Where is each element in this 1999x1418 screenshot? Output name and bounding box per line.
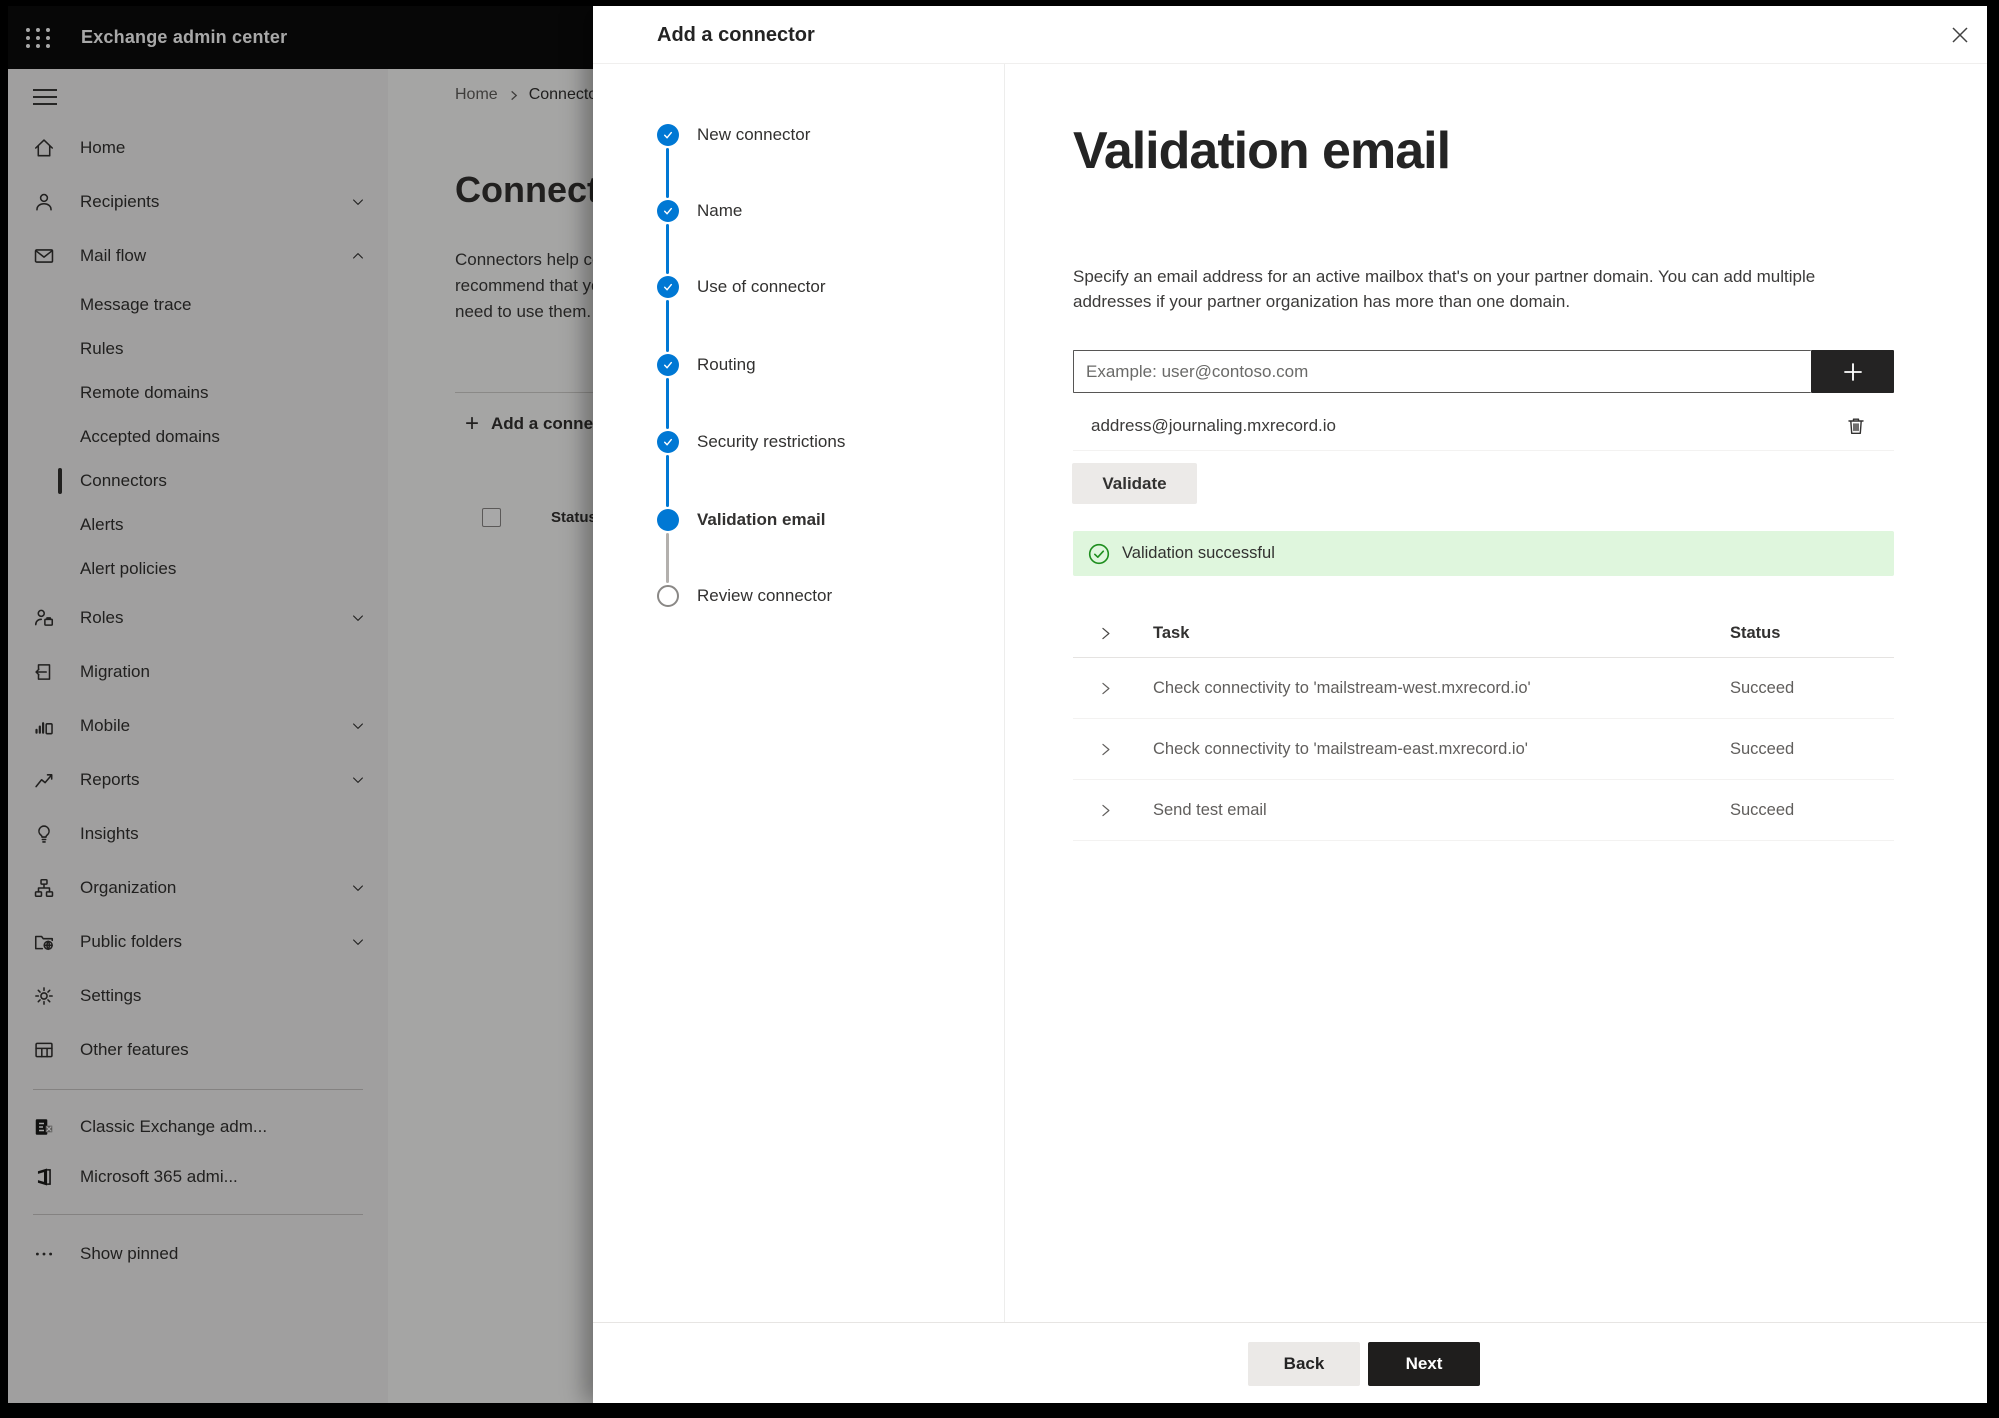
close-button[interactable]: [1945, 20, 1975, 50]
task-cell: Check connectivity to 'mailstream-east.m…: [1153, 739, 1528, 758]
success-check-icon: [1088, 543, 1110, 564]
step-connector-line: [666, 378, 669, 429]
added-address: address@journaling.mxrecord.io: [1091, 416, 1336, 435]
step-complete-icon: [657, 124, 679, 146]
expand-chevron-icon[interactable]: [1097, 680, 1114, 697]
status-column-header: Status: [1730, 623, 1781, 642]
email-input[interactable]: [1073, 350, 1811, 393]
add-connector-dialog: Add a connector New connector Name Use o…: [593, 6, 1987, 1403]
table-row[interactable]: Check connectivity to 'mailstream-east.m…: [1073, 719, 1894, 780]
step-connector-line: [666, 224, 669, 274]
step-label: Security restrictions: [697, 432, 846, 451]
step-complete-icon: [657, 276, 679, 298]
validation-task-table: Task Status Check connectivity to 'mails…: [1073, 609, 1894, 841]
step-connector-line: [666, 455, 669, 507]
step-label: Use of connector: [697, 277, 826, 296]
step-connector-line: [666, 148, 669, 198]
step-label: Review connector: [697, 586, 833, 605]
step-description: Specify an email address for an active m…: [1073, 267, 1816, 311]
expand-chevron-icon[interactable]: [1097, 802, 1114, 819]
expand-chevron-icon[interactable]: [1097, 741, 1114, 758]
task-column-header: Task: [1153, 623, 1190, 642]
app-window: Exchange admin center Home Recipients Ma…: [8, 6, 1987, 1403]
plus-icon: [1843, 362, 1862, 381]
add-email-button[interactable]: [1811, 350, 1894, 393]
step-label: Validation email: [697, 510, 826, 529]
status-cell: Succeed: [1730, 739, 1795, 758]
trash-icon[interactable]: [1845, 415, 1867, 437]
validation-success-banner: Validation successful: [1073, 531, 1894, 576]
dialog-title: Add a connector: [657, 24, 815, 46]
success-message: Validation successful: [1122, 544, 1275, 562]
status-cell: Succeed: [1730, 800, 1795, 819]
table-row[interactable]: Check connectivity to 'mailstream-west.m…: [1073, 658, 1894, 719]
email-entry-row: [1073, 350, 1894, 393]
step-label: New connector: [697, 125, 811, 144]
step-page-title: Validation email: [1073, 122, 1451, 180]
dialog-footer: Back Next: [593, 1322, 1987, 1403]
step-label: Routing: [697, 355, 756, 374]
step-complete-icon: [657, 431, 679, 453]
step-label: Name: [697, 201, 743, 220]
step-complete-icon: [657, 354, 679, 376]
step-complete-icon: [657, 200, 679, 222]
wizard-steps: New connector Name Use of connector Rout…: [593, 64, 1005, 1322]
step-connector-line: [666, 300, 669, 352]
task-cell: Check connectivity to 'mailstream-west.m…: [1153, 678, 1531, 697]
table-row[interactable]: Send test email Succeed: [1073, 780, 1894, 841]
status-cell: Succeed: [1730, 678, 1795, 697]
validate-button[interactable]: Validate: [1072, 463, 1197, 504]
step-active-icon: [657, 509, 679, 531]
back-button[interactable]: Back: [1248, 1342, 1360, 1386]
task-cell: Send test email: [1153, 800, 1267, 819]
dialog-header: Add a connector: [593, 6, 1987, 64]
added-address-row: address@journaling.mxrecord.io: [1073, 402, 1894, 451]
close-icon: [1952, 27, 1968, 43]
step-todo-icon: [657, 585, 679, 607]
expand-chevron-icon[interactable]: [1097, 625, 1114, 642]
table-header-row: Task Status: [1073, 609, 1894, 658]
step-connector-line: [666, 533, 669, 583]
next-button[interactable]: Next: [1368, 1342, 1480, 1386]
